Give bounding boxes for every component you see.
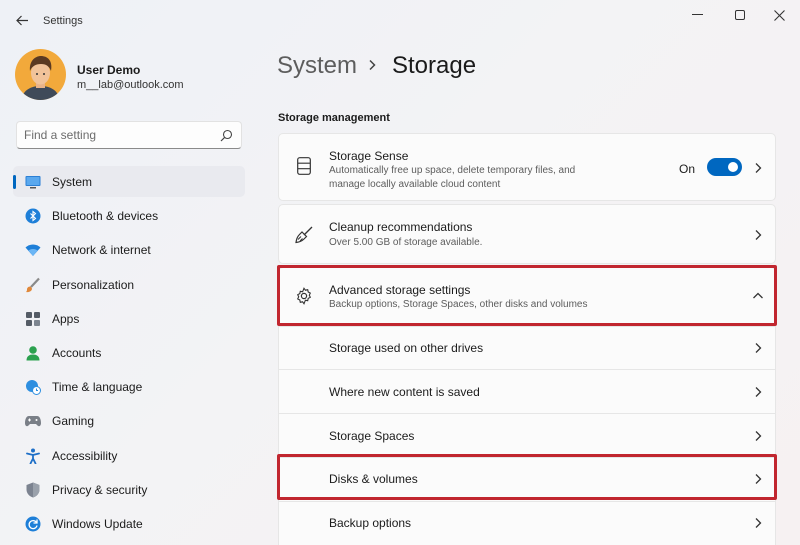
advanced-storage-description: Backup options, Storage Spaces, other di… <box>329 299 588 310</box>
sidebar-item-label: Time & language <box>52 380 143 395</box>
gamepad-icon <box>25 413 41 429</box>
sidebar-item-label: Bluetooth & devices <box>52 209 159 224</box>
chevron-right-icon <box>755 343 762 353</box>
sidebar-item-label: Apps <box>52 311 80 326</box>
globe-clock-icon <box>25 379 41 396</box>
chevron-up-icon <box>753 292 763 299</box>
row-storage-spaces[interactable]: Storage Spaces <box>279 413 775 456</box>
row-backup-options[interactable]: Backup options <box>279 501 775 545</box>
chevron-right-icon <box>755 518 762 528</box>
row-label: Where new content is saved <box>329 385 480 399</box>
row-storage-other-drives[interactable]: Storage used on other drives <box>279 326 775 368</box>
chevron-right-icon <box>369 59 376 71</box>
advanced-storage-header[interactable]: Advanced storage settings Backup options… <box>279 268 775 325</box>
sidebar-item-bluetooth[interactable]: Bluetooth & devices <box>13 200 245 231</box>
row-label: Backup options <box>329 516 412 530</box>
advanced-storage-card: Advanced storage settings Backup options… <box>278 267 776 545</box>
row-label: Storage Spaces <box>329 429 415 443</box>
maximize-button[interactable] <box>727 6 753 24</box>
sidebar-nav: System Bluetooth & devices Network & int… <box>13 166 245 542</box>
minimize-button[interactable] <box>684 6 710 24</box>
wifi-icon <box>25 242 41 258</box>
apps-icon <box>25 311 41 327</box>
sidebar-item-label: Accounts <box>52 345 102 360</box>
chevron-right-icon <box>755 474 762 484</box>
update-icon <box>25 516 41 532</box>
sidebar-item-network[interactable]: Network & internet <box>13 234 245 265</box>
row-new-content-saved[interactable]: Where new content is saved <box>279 369 775 412</box>
toggle-state-label: On <box>679 162 696 176</box>
shield-icon <box>25 482 41 498</box>
monitor-icon <box>25 174 41 190</box>
close-icon <box>773 9 785 21</box>
bluetooth-icon <box>25 208 41 224</box>
breadcrumb-parent[interactable]: System <box>277 52 357 80</box>
sidebar-item-privacy-security[interactable]: Privacy & security <box>13 474 245 505</box>
section-title: Storage management <box>278 112 390 124</box>
storage-sense-title: Storage Sense <box>329 149 409 163</box>
row-disks-volumes[interactable]: Disks & volumes <box>279 457 775 500</box>
sidebar-item-label: Windows Update <box>52 516 143 531</box>
storage-sense-card[interactable]: Storage Sense Automatically free up spac… <box>278 133 776 201</box>
search-icon <box>220 129 233 142</box>
accessibility-icon <box>25 448 41 464</box>
avatar[interactable] <box>15 49 66 100</box>
page-title: Storage <box>392 52 477 79</box>
sidebar-item-windows-update[interactable]: Windows Update <box>13 508 245 539</box>
sidebar-item-label: Privacy & security <box>52 482 148 497</box>
sidebar-item-system[interactable]: System <box>13 166 245 197</box>
minimize-icon <box>691 14 703 15</box>
storage-icon <box>294 156 314 176</box>
cleanup-description: Over 5.00 GB of storage available. <box>329 237 483 248</box>
sidebar-item-label: System <box>52 175 93 189</box>
storage-sense-description: Automatically free up space, delete temp… <box>329 165 576 190</box>
person-icon <box>25 345 41 361</box>
cleanup-recommendations-card[interactable]: Cleanup recommendations Over 5.00 GB of … <box>278 204 776 264</box>
gear-icon <box>294 286 314 306</box>
sidebar-item-accounts[interactable]: Accounts <box>13 337 245 368</box>
sidebar-item-label: Gaming <box>52 414 95 429</box>
arrow-left-icon <box>15 15 28 25</box>
search-box[interactable] <box>16 121 242 149</box>
chevron-right-icon <box>755 387 762 397</box>
broom-icon <box>294 225 314 245</box>
sidebar-item-apps[interactable]: Apps <box>13 303 245 334</box>
toggle-knob <box>728 162 738 172</box>
sidebar-item-time-language[interactable]: Time & language <box>13 371 245 402</box>
row-label: Disks & volumes <box>329 472 418 486</box>
avatar-icon <box>15 49 66 100</box>
chevron-right-icon <box>755 431 762 441</box>
sidebar-item-label: Accessibility <box>52 448 118 463</box>
search-input[interactable] <box>24 127 214 143</box>
user-email: m__lab@outlook.com <box>77 79 184 91</box>
storage-sense-toggle[interactable] <box>707 158 742 176</box>
brush-icon <box>25 277 41 293</box>
close-button[interactable] <box>766 6 792 24</box>
sidebar-item-accessibility[interactable]: Accessibility <box>13 440 245 471</box>
chevron-right-icon <box>755 163 762 173</box>
user-name: User Demo <box>77 63 141 77</box>
back-button[interactable] <box>12 10 32 30</box>
sidebar-item-personalization[interactable]: Personalization <box>13 269 245 300</box>
title-bar: Settings <box>0 0 800 40</box>
app-title: Settings <box>43 15 83 27</box>
row-label: Storage used on other drives <box>329 341 484 355</box>
advanced-storage-title: Advanced storage settings <box>329 283 471 297</box>
sidebar-item-gaming[interactable]: Gaming <box>13 405 245 436</box>
chevron-right-icon <box>755 230 762 240</box>
sidebar-item-label: Personalization <box>52 277 135 292</box>
sidebar-item-label: Network & internet <box>52 243 151 258</box>
maximize-icon <box>734 9 745 20</box>
cleanup-title: Cleanup recommendations <box>329 220 473 234</box>
